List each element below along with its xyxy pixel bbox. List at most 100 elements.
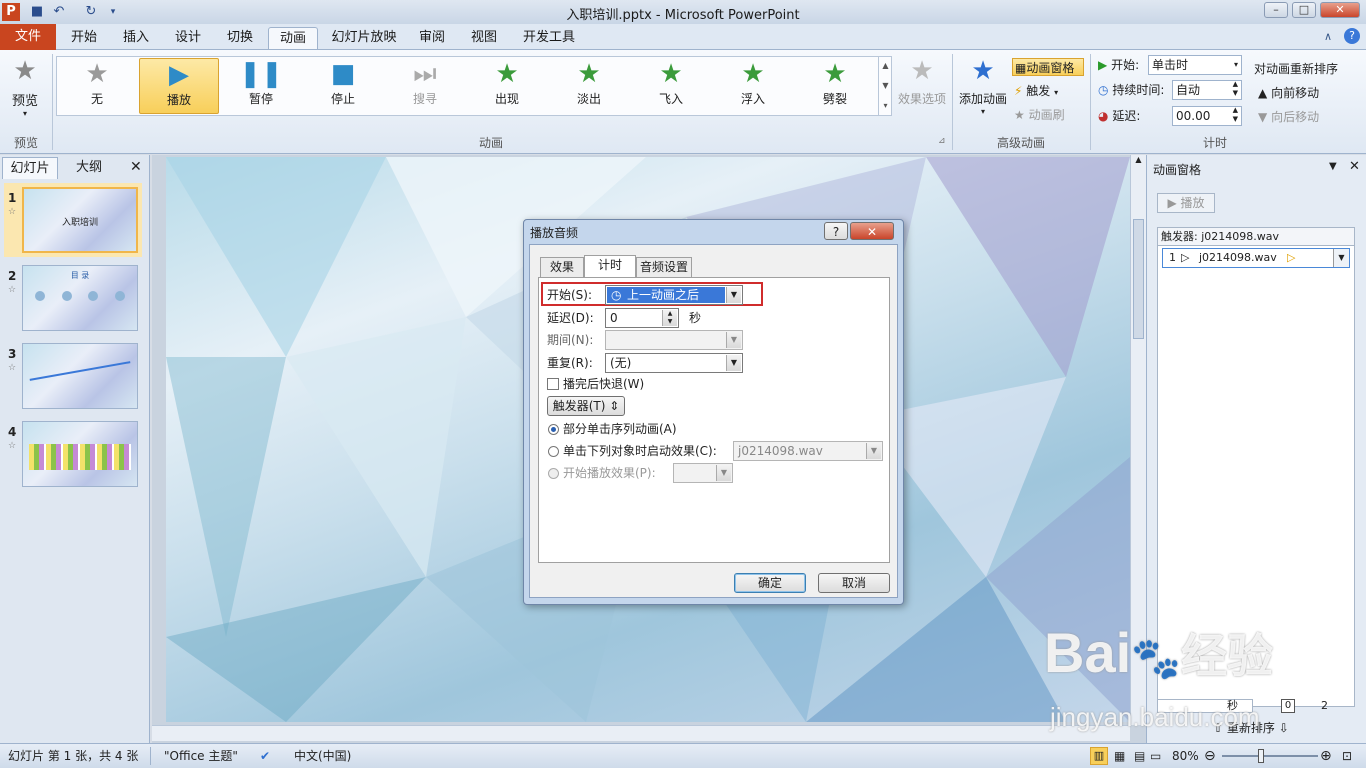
help-icon[interactable]: ? [1344,28,1360,44]
tab-insert[interactable]: 插入 [114,27,158,49]
slide-thumbnail-4[interactable] [22,421,138,487]
minimize-ribbon-icon[interactable]: ∧ [1324,30,1332,43]
tab-view[interactable]: 视图 [462,27,506,49]
reading-view-icon[interactable]: ▤ [1134,744,1145,768]
fit-slide-icon[interactable]: ⊡ [1342,744,1352,768]
tab-effect[interactable]: 效果 [540,257,584,277]
maximize-button[interactable]: □ [1292,2,1316,18]
tab-design[interactable]: 设计 [166,27,210,49]
anim-play[interactable]: ▶ 播放 [139,58,219,114]
play-button[interactable]: ▶ 播放 [1157,193,1215,213]
anim-fly-in[interactable]: ★ 飞入 [631,58,711,114]
close-button[interactable]: ✕ [1320,2,1360,18]
dialog-close-button[interactable]: ✕ [850,222,894,240]
animation-pane-button[interactable]: ▦动画窗格 [1012,58,1084,76]
gallery-scroll[interactable]: ▲ ▼ ▾ [878,56,892,116]
slide-number: 1 [8,191,17,205]
ok-button[interactable]: 确定 [734,573,806,593]
anim-fade[interactable]: ★ 淡出 [549,58,629,114]
dialog-body: 效果 计时 音频设置 开始(S): ◷ 上一动画之后 ▼ 延迟(D): 0 ▲ ▼ 秒… [529,244,898,598]
tab-outline[interactable]: 大纲 [60,157,118,179]
item-dropdown[interactable]: ▼ [1333,249,1349,267]
chevron-down-icon[interactable]: ▼ [726,287,741,303]
clock-icon: ◷ [1098,83,1109,97]
start-effect-combo[interactable]: ▼ [673,463,733,483]
scroll-thumb[interactable] [1133,219,1144,339]
preview-button[interactable]: ★ 预览 ▾ [6,56,44,118]
spinner-icon[interactable]: ▲ ▼ [1233,80,1238,98]
animation-painter-button[interactable]: ★ 动画刷 [1014,106,1065,124]
zoom-out-icon[interactable]: ⊖ [1204,744,1216,768]
period-combo[interactable]: ▼ [605,330,743,350]
delay-input[interactable]: 00.00 ▲ ▼ [1172,106,1242,126]
tab-audio-settings[interactable]: 音频设置 [636,257,692,277]
sorter-view-icon[interactable]: ▦ [1114,744,1125,768]
animation-item[interactable]: 1 ▷ j0214098.wav ▷ ▼ [1162,248,1350,268]
add-animation-button[interactable]: ★ 添加动画 ▾ [958,56,1008,116]
minimize-button[interactable]: – [1264,2,1288,18]
zoom-level[interactable]: 80% [1172,744,1199,768]
cancel-button[interactable]: 取消 [818,573,890,593]
dialog-launcher-icon[interactable]: ⊿ [938,136,946,146]
radio-start-effect[interactable] [548,468,559,479]
anim-none[interactable]: ★ 无 [57,58,137,114]
slideshow-view-icon[interactable]: ▭ [1150,744,1161,768]
trigger-object-combo[interactable]: j0214098.wav ▼ [733,441,883,461]
trigger-toggle-button[interactable]: 触发器(T) ⇕ [547,396,625,416]
dialog-title: 播放音频 [530,226,579,240]
anim-appear[interactable]: ★ 出现 [467,58,547,114]
anim-seek[interactable]: ⏭ 搜寻 [385,58,465,114]
close-pane-icon[interactable]: ✕ [1349,159,1360,174]
slide-thumbnail-3[interactable] [22,343,138,409]
spinner-icon[interactable]: ▲ ▼ [662,310,677,326]
repeat-combo[interactable]: (无) ▼ [605,353,743,373]
tab-review[interactable]: 审阅 [410,27,454,49]
anim-float-in[interactable]: ★ 浮入 [713,58,793,114]
tab-transitions[interactable]: 切换 [218,27,262,49]
zoom-slider[interactable] [1222,755,1318,757]
start-combo[interactable]: ◷ 上一动画之后 ▼ [605,285,743,305]
help-button[interactable]: ? [824,222,848,240]
horizontal-scrollbar[interactable] [152,725,1130,741]
spellcheck-icon[interactable]: ✔ [260,744,270,768]
arrow-down-icon[interactable]: ⇩ [1279,721,1289,735]
spinner-icon[interactable]: ▲ ▼ [1233,106,1238,124]
duration-input[interactable]: 自动 ▲ ▼ [1172,80,1242,100]
language[interactable]: 中文(中国) [294,744,351,768]
slide-thumbnail-1[interactable]: 入职培训 [22,187,138,253]
anim-split[interactable]: ★ 劈裂 [795,58,875,114]
add-star-icon: ★ [971,56,995,86]
radio-sequence[interactable] [548,424,559,435]
anim-pause[interactable]: ❚❚ 暂停 [221,58,301,114]
scroll-up-icon[interactable]: ▲ [1131,155,1146,169]
play-icon: ▶ [1167,196,1177,210]
tab-slides[interactable]: 幻灯片 [2,157,58,179]
tab-developer[interactable]: 开发工具 [514,27,584,49]
chevron-down-icon[interactable]: ▼ [726,355,741,371]
tab-home[interactable]: 开始 [62,27,106,49]
radio-on-click[interactable] [548,446,559,457]
watermark-text1: Bai [1044,621,1132,684]
tab-file[interactable]: 文件 [0,24,56,50]
normal-view-icon[interactable]: ▥ [1090,747,1108,765]
anim-stop[interactable]: ■ 停止 [303,58,383,114]
tab-animations[interactable]: 动画 [268,27,318,49]
radio-sequence-label: 部分单击序列动画(A) [563,422,677,436]
tab-timing[interactable]: 计时 [584,255,636,277]
trigger-header: 触发器: j0214098.wav [1158,228,1354,246]
close-panel-icon[interactable]: ✕ [130,159,142,175]
pane-menu-icon[interactable]: ▼ [1329,161,1337,172]
zoom-in-icon[interactable]: ⊕ [1320,744,1332,768]
delay-input[interactable]: 0 ▲ ▼ [605,308,679,328]
move-later-button[interactable]: ▼ 向后移动 [1258,108,1319,126]
slide-thumbnail-2[interactable]: 目 录 [22,265,138,331]
chevron-down-icon: ▾ [22,109,27,118]
trigger-button[interactable]: ⚡ 触发 ▾ [1014,82,1058,100]
rewind-checkbox[interactable] [547,378,559,390]
start-select[interactable]: 单击时 ▾ [1148,55,1242,75]
move-earlier-button[interactable]: ▲ 向前移动 [1258,84,1319,102]
tab-slideshow[interactable]: 幻灯片放映 [326,27,402,49]
zoom-slider-thumb[interactable] [1258,749,1264,763]
delay-label: 延迟(D): [547,311,594,325]
effect-options-button[interactable]: ★ 效果选项 [896,56,948,107]
